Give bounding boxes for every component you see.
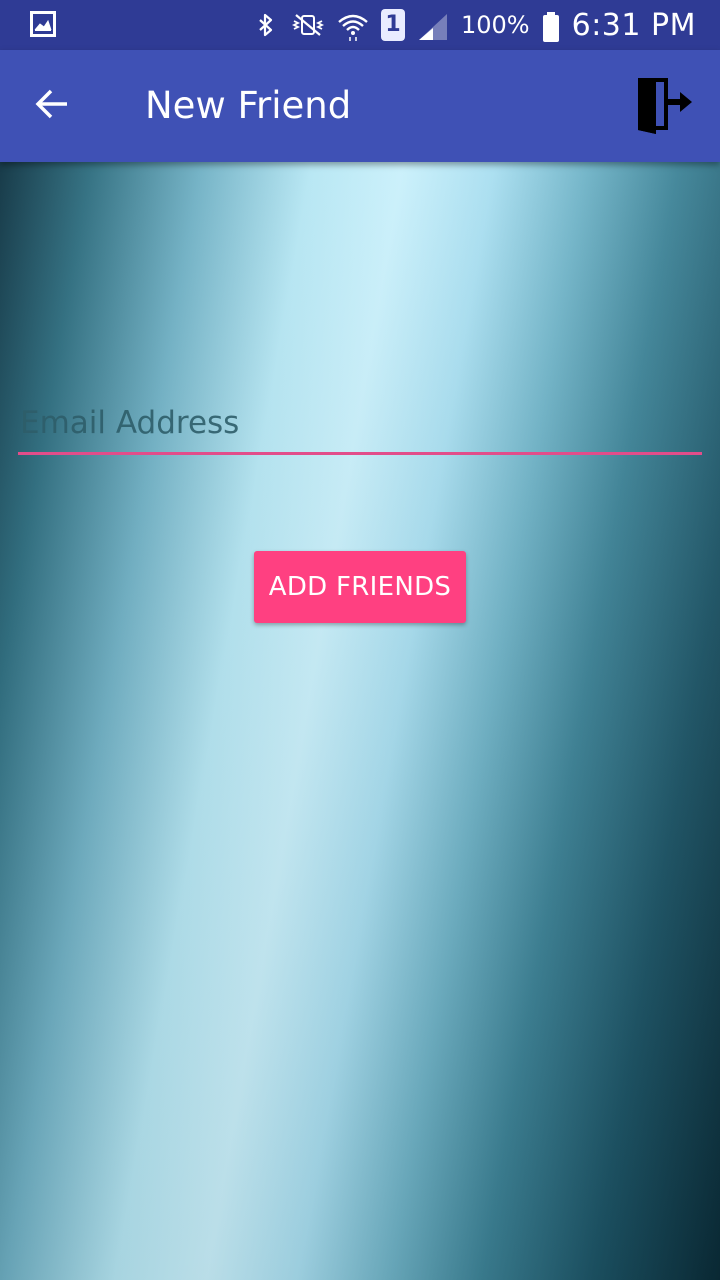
- email-field[interactable]: [18, 396, 702, 450]
- gallery-icon: [30, 11, 56, 37]
- page-title: New Friend: [145, 84, 352, 127]
- app-bar: New Friend: [0, 50, 720, 162]
- logout-door-icon: [634, 74, 694, 138]
- back-button[interactable]: [24, 78, 80, 134]
- email-field-underline: [18, 452, 702, 455]
- vibrate-mute-icon: [291, 12, 325, 38]
- add-friends-button[interactable]: ADD FRIENDS: [254, 551, 466, 623]
- sim-badge: 1: [380, 9, 405, 41]
- wifi-icon: [337, 12, 369, 41]
- status-bar: 1 100% 6:31 PM: [0, 0, 720, 50]
- content-area: ADD FRIENDS: [0, 162, 720, 1280]
- logout-button[interactable]: [632, 74, 696, 138]
- bluetooth-icon: [253, 12, 279, 38]
- status-icons: 1 100% 6:31 PM: [253, 0, 696, 50]
- battery-percent: 100%: [460, 11, 530, 39]
- status-time: 6:31 PM: [571, 7, 696, 43]
- arrow-back-icon: [34, 86, 70, 126]
- email-field-container: [18, 396, 702, 456]
- battery-icon: [542, 12, 560, 42]
- screen: 1 100% 6:31 PM New Friend Email Address …: [0, 0, 720, 1280]
- signal-icon: [417, 12, 449, 40]
